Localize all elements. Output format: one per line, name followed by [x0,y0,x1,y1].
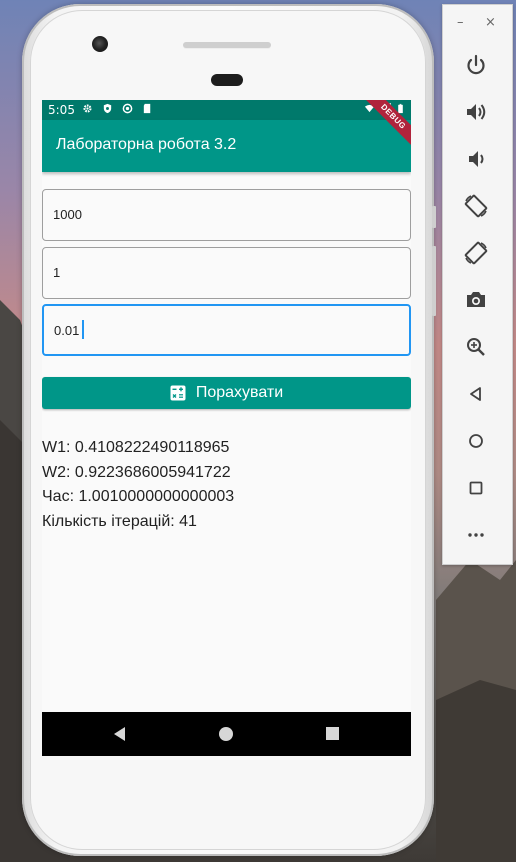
text-caret [82,320,84,339]
app-bar: Лабораторна робота 3.2 [42,120,411,172]
volume-down-icon[interactable] [462,145,490,173]
navigation-bar [42,712,411,756]
status-bar: 5:05 [42,100,411,120]
device-screen: 5:05 Лабораторна робота 3.2 DEBUG Пораху… [42,100,411,756]
home-icon[interactable] [462,427,490,455]
sync-icon [122,103,133,114]
calculate-button-label: Порахувати [195,384,284,401]
proximity-sensor [211,74,243,86]
input-field-1-value[interactable] [43,190,373,238]
calculator-icon [170,385,186,401]
result-w1: W1: 0.4108222490118965 [42,439,230,456]
result-time: Час: 1.0010000000000003 [42,488,235,505]
earpiece-speaker [183,42,271,48]
minimize-button[interactable]: – [457,15,464,30]
nav-back-icon[interactable] [114,727,125,741]
volume-up-icon[interactable] [462,98,490,126]
status-time: 5:05 [48,103,75,117]
camera-icon[interactable] [462,286,490,314]
overview-icon[interactable] [462,474,490,502]
input-field-2-value[interactable] [43,248,373,296]
back-icon[interactable] [462,380,490,408]
close-button[interactable]: × [485,15,496,30]
zoom-icon[interactable] [462,333,490,361]
result-w2: W2: 0.9223686005941722 [42,463,231,481]
rotate-left-icon[interactable] [462,192,490,220]
side-button-volume [432,246,436,316]
nav-home-icon[interactable] [219,727,233,741]
front-camera [92,36,108,52]
emulator-toolbar: – × [442,4,513,565]
input-field-3-value[interactable] [44,306,374,354]
sd-card-icon [143,103,151,114]
shield-icon [103,103,112,114]
rotate-right-icon[interactable] [462,239,490,267]
side-button-top [432,206,436,228]
power-icon[interactable] [462,52,490,80]
calculate-button[interactable]: Порахувати [42,377,411,409]
input-field-1[interactable] [42,189,411,241]
results-block: W1: 0.4108222490118965 W2: 0.92236860059… [42,436,234,534]
settings-icon [83,104,92,113]
input-field-2[interactable] [42,247,411,299]
page-title: Лабораторна робота 3.2 [56,136,237,153]
input-field-3[interactable] [42,304,411,356]
nav-overview-icon[interactable] [326,727,339,740]
result-iterations: Кількість ітерацій: 41 [42,512,197,530]
more-icon[interactable] [462,521,490,549]
